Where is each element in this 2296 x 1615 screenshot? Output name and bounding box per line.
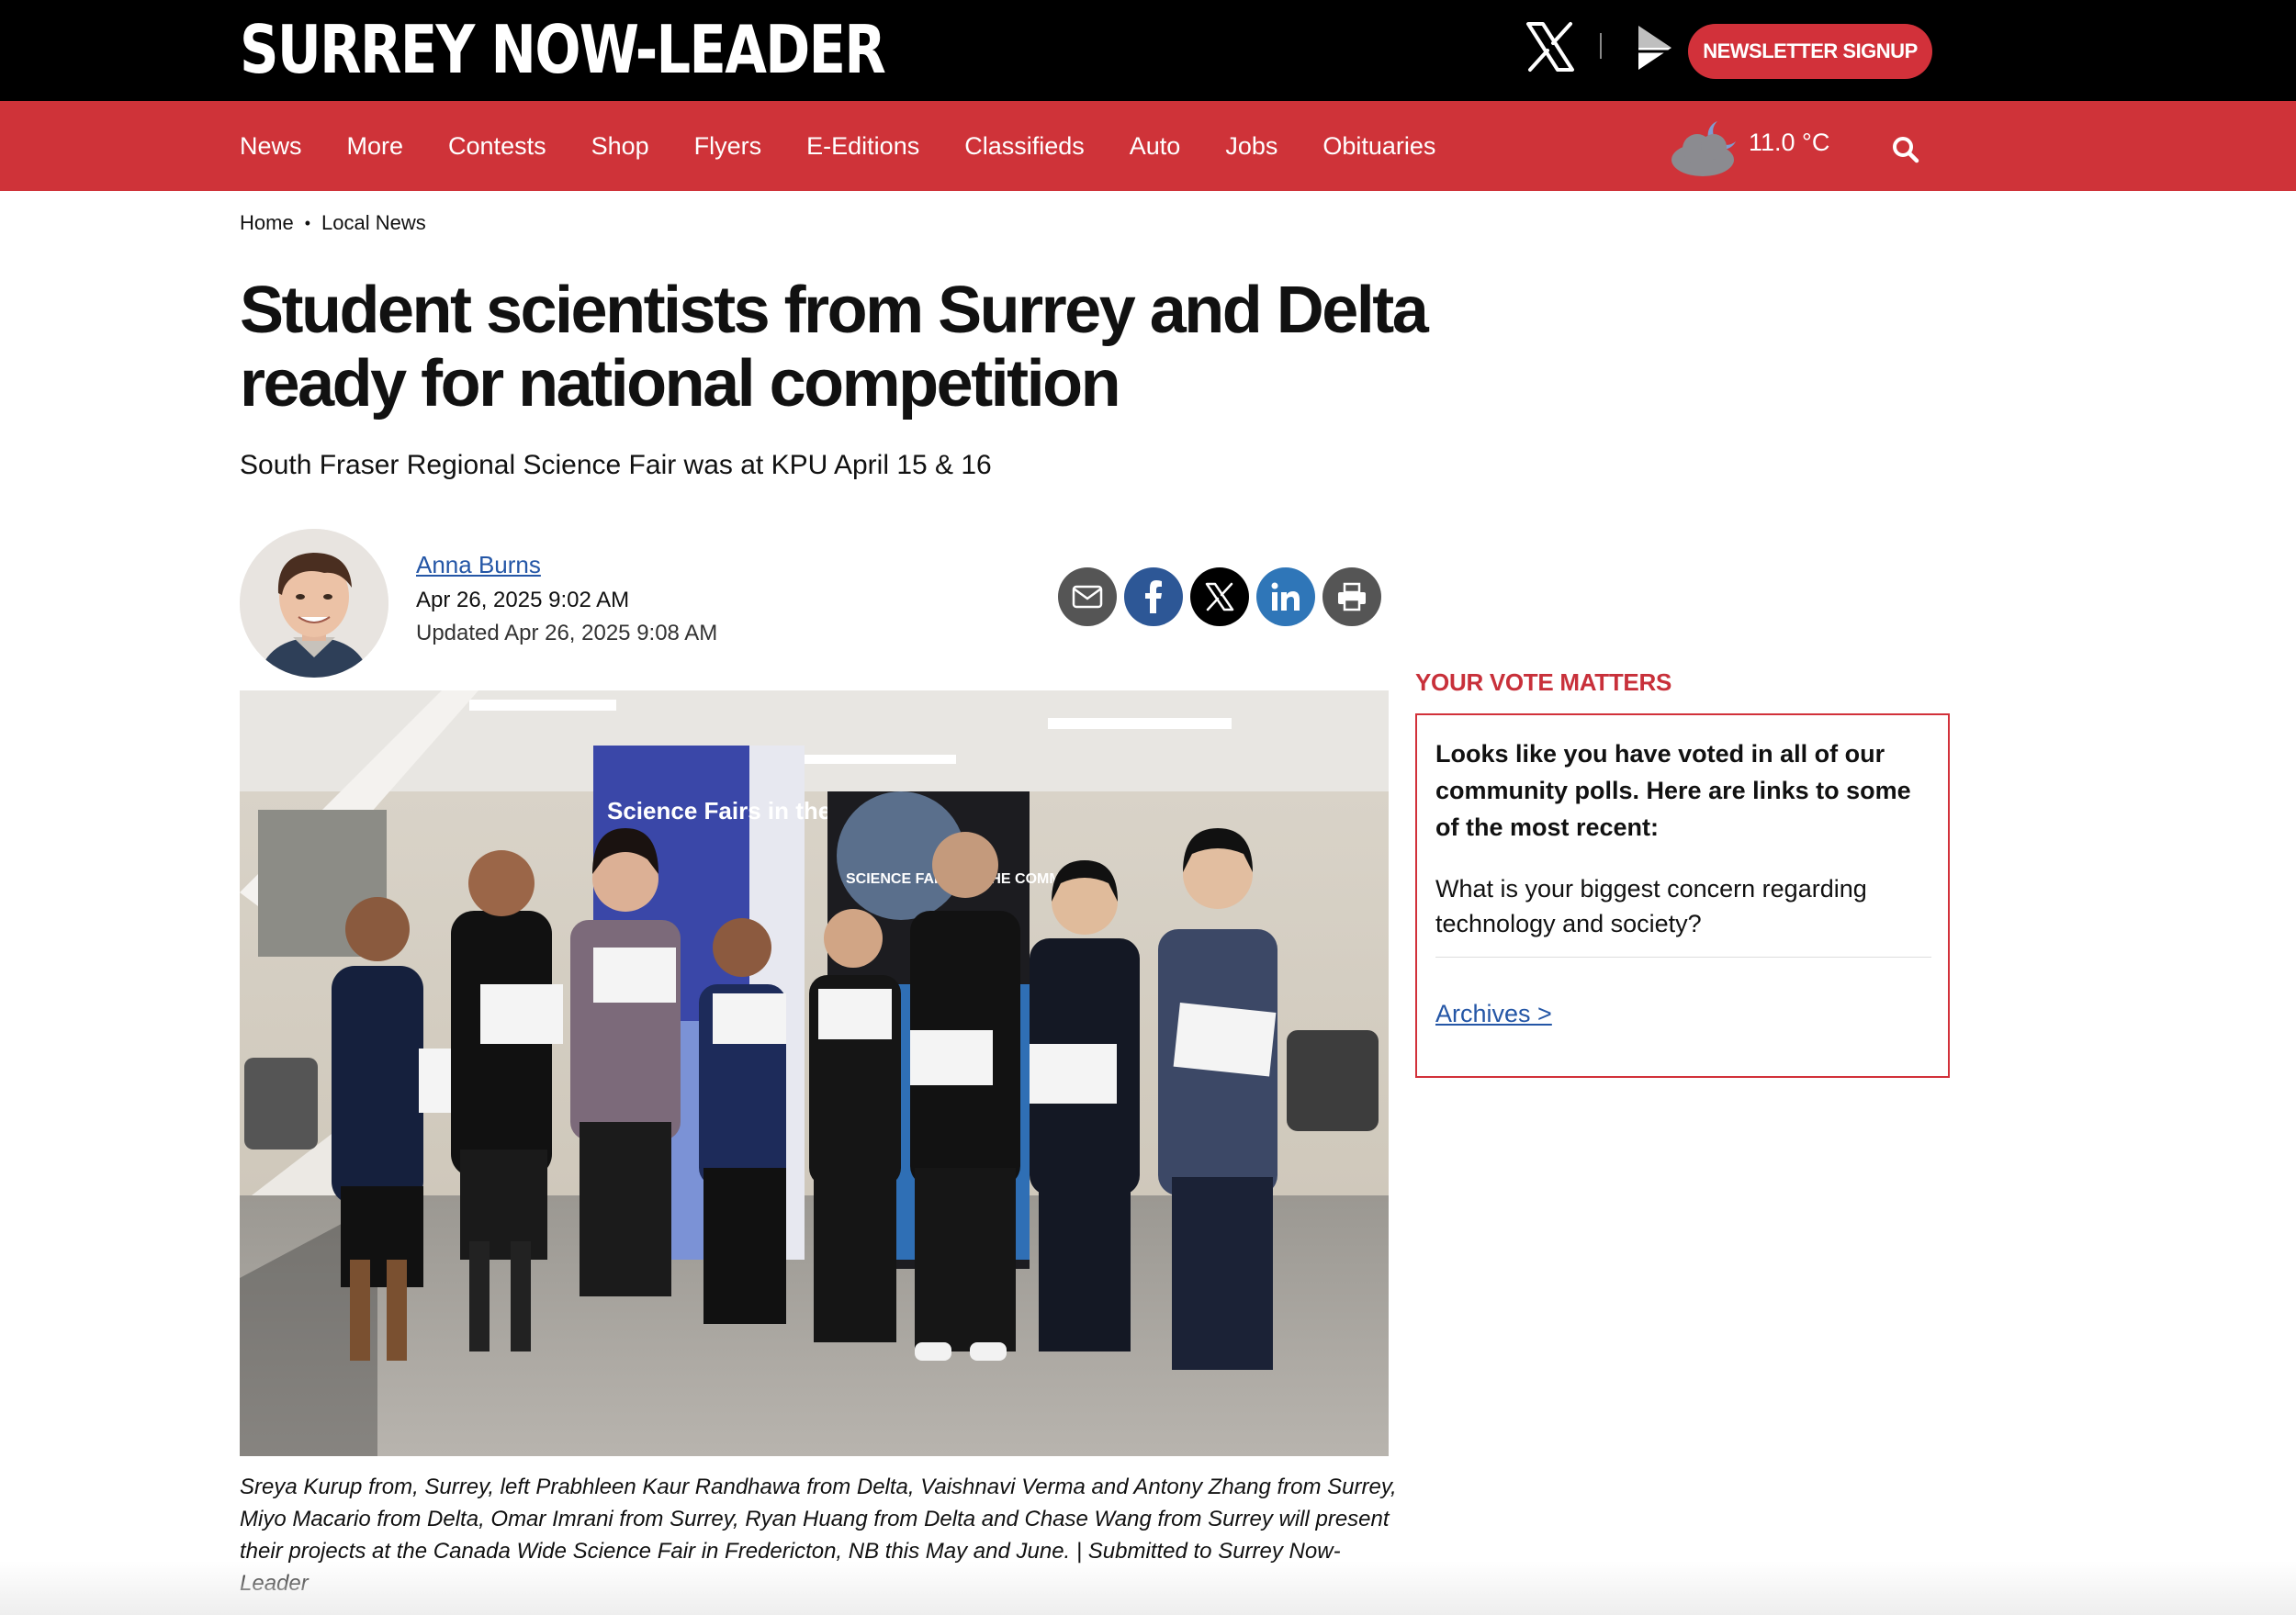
poll-question-link[interactable]: What is your biggest concern regarding t…	[1435, 871, 1931, 941]
breadcrumb-section[interactable]: Local News	[321, 211, 426, 235]
poll-box: Looks like you have voted in all of our …	[1415, 713, 1950, 1078]
breadcrumb-separator: •	[304, 213, 310, 232]
nav-item-classifieds[interactable]: Classifieds	[964, 132, 1085, 161]
nav-item-more[interactable]: More	[347, 132, 404, 161]
nav-item-jobs[interactable]: Jobs	[1225, 132, 1277, 161]
nav-item-flyers[interactable]: Flyers	[694, 132, 762, 161]
poll-archives-link[interactable]: Archives >	[1435, 1000, 1552, 1028]
nav-item-e-editions[interactable]: E-Editions	[806, 132, 919, 161]
article-photo[interactable]: Science Fairs in the Community SCIENCE F…	[240, 690, 1389, 1456]
weather-temperature[interactable]: 11.0 °C	[1749, 129, 1829, 157]
linkedin-icon	[1271, 582, 1300, 611]
breadcrumb-home[interactable]: Home	[240, 211, 294, 235]
facebook-share-button[interactable]	[1124, 567, 1183, 626]
breadcrumb: Home • Local News	[240, 211, 426, 235]
divider	[1600, 33, 1602, 59]
linkedin-share-button[interactable]	[1256, 567, 1315, 626]
email-share-button[interactable]	[1058, 567, 1117, 626]
search-icon[interactable]	[1892, 136, 1919, 163]
article-subhead: South Fraser Regional Science Fair was a…	[240, 450, 992, 480]
bottom-fade	[0, 1561, 2296, 1615]
print-share-button[interactable]	[1322, 567, 1381, 626]
nav-menu: News More Contests Shop Flyers E-Edition…	[240, 101, 1480, 191]
poll-intro: Looks like you have voted in all of our …	[1435, 740, 1911, 841]
updated-date: Updated Apr 26, 2025 9:08 AM	[416, 621, 718, 645]
envelope-icon	[1072, 585, 1103, 609]
nav-item-auto[interactable]: Auto	[1130, 132, 1181, 161]
poll-heading: YOUR VOTE MATTERS	[1415, 668, 1671, 696]
play-icon[interactable]	[1635, 20, 1675, 75]
x-social-icon[interactable]	[1525, 20, 1576, 73]
author-avatar[interactable]	[240, 529, 388, 678]
nav-item-shop[interactable]: Shop	[591, 132, 649, 161]
newsletter-signup-button[interactable]: NEWSLETTER SIGNUP	[1688, 24, 1932, 79]
cloud-moon-icon[interactable]	[1664, 112, 1747, 182]
facebook-icon	[1145, 580, 1162, 613]
main-nav: News More Contests Shop Flyers E-Edition…	[0, 101, 2296, 191]
site-logo[interactable]: SURREY NOW-LEADER	[240, 13, 886, 86]
poll-divider	[1435, 957, 1931, 958]
nav-item-news[interactable]: News	[240, 132, 302, 161]
printer-icon	[1338, 582, 1366, 611]
x-share-button[interactable]	[1190, 567, 1249, 626]
published-date: Apr 26, 2025 9:02 AM	[416, 588, 630, 612]
nav-item-contests[interactable]: Contests	[448, 132, 546, 161]
x-icon	[1205, 582, 1234, 611]
top-bar: SURREY NOW-LEADER NEWSLETTER SIGNUP	[0, 0, 2296, 101]
nav-item-obituaries[interactable]: Obituaries	[1322, 132, 1435, 161]
article-headline: Student scientists from Surrey and Delta…	[240, 274, 1429, 421]
author-link[interactable]: Anna Burns	[416, 551, 541, 579]
